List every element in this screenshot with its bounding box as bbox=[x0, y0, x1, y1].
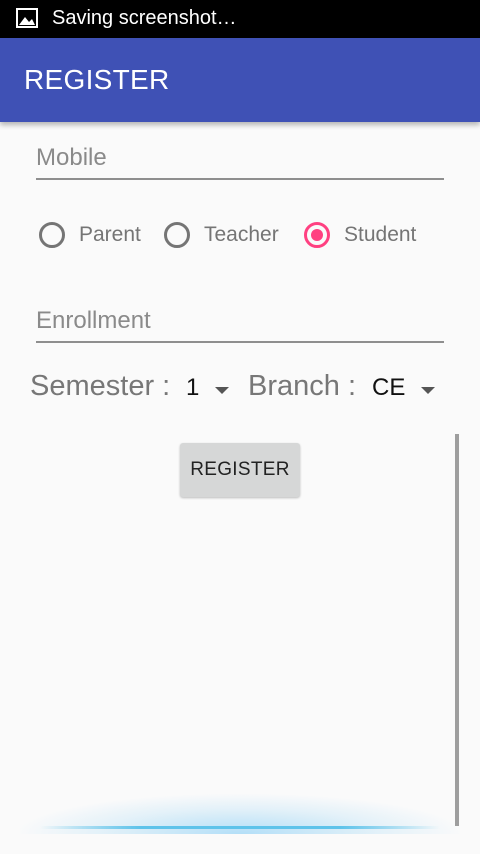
radio-parent[interactable]: Parent bbox=[39, 222, 141, 248]
role-radio-group: Parent Teacher Student bbox=[0, 222, 480, 256]
page-title: REGISTER bbox=[24, 64, 170, 95]
app-bar: REGISTER bbox=[0, 38, 480, 122]
branch-spinner[interactable]: CE bbox=[372, 374, 436, 402]
dropdown-arrow-icon bbox=[421, 386, 436, 394]
status-bar: Saving screenshot… bbox=[0, 0, 480, 38]
status-text: Saving screenshot… bbox=[52, 7, 237, 29]
radio-student[interactable]: Student bbox=[304, 222, 416, 248]
scrollbar[interactable] bbox=[455, 434, 459, 826]
image-icon bbox=[16, 8, 38, 28]
branch-value: CE bbox=[372, 374, 406, 401]
radio-button-unchecked[interactable] bbox=[164, 222, 190, 248]
mobile-input[interactable] bbox=[36, 138, 444, 180]
semester-label: Semester : bbox=[30, 370, 171, 402]
semester-spinner[interactable]: 1 bbox=[186, 374, 230, 402]
register-button[interactable]: REGISTER bbox=[180, 443, 300, 497]
radio-parent-label: Parent bbox=[79, 223, 141, 246]
radio-button-checked[interactable] bbox=[304, 222, 330, 248]
overscroll-edge bbox=[40, 826, 440, 829]
semester-value: 1 bbox=[186, 374, 200, 401]
radio-button-unchecked[interactable] bbox=[39, 222, 65, 248]
enrollment-input[interactable] bbox=[36, 301, 444, 343]
radio-student-label: Student bbox=[344, 223, 417, 246]
branch-label: Branch : bbox=[248, 370, 356, 402]
dropdown-arrow-icon bbox=[215, 386, 230, 394]
radio-teacher[interactable]: Teacher bbox=[164, 222, 279, 248]
semester-branch-row: Semester : 1 Branch : CE bbox=[0, 370, 480, 412]
radio-teacher-label: Teacher bbox=[204, 223, 279, 246]
